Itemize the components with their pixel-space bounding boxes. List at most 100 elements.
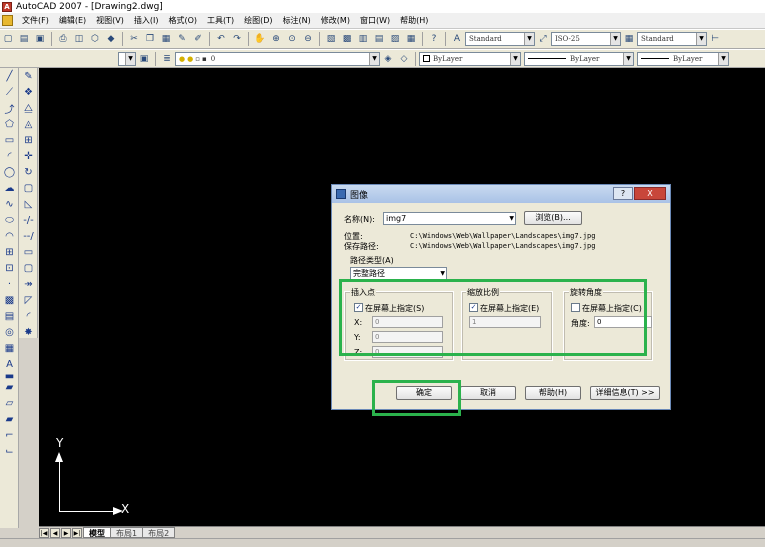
linetype-select[interactable]: ByLayer ▼ [524,51,634,66]
arc-icon[interactable]: ◜ [1,149,18,164]
fillet-icon[interactable]: ◜ [20,309,37,324]
open-icon[interactable]: ▤ [17,32,31,46]
block-editor-icon[interactable]: ✐ [191,32,205,46]
insert-block-icon[interactable]: ⊞ [1,245,18,260]
revision-cloud-icon[interactable]: ☁ [1,181,18,196]
workspace-settings-icon[interactable]: ▣ [137,52,151,66]
join-icon[interactable]: ↠ [20,277,37,292]
table-style-select[interactable]: Standard ▼ [637,32,707,46]
zoom-realtime-icon[interactable]: ⊕ [269,32,283,46]
dialog-title-bar[interactable]: 图像 ? X [332,185,670,203]
first-tab-icon[interactable]: |◀ [39,527,49,538]
menu-view[interactable]: 视图(V) [91,15,129,26]
break-at-point-icon[interactable]: ▭ [20,245,37,260]
scale-input[interactable]: 1 [469,316,541,328]
menu-file[interactable]: 文件(F) [17,15,54,26]
text-style-icon[interactable]: A [450,32,464,46]
insertion-z-input[interactable]: 0 [372,346,443,358]
dim-style-icon[interactable]: ⤢ [536,32,550,46]
break-icon[interactable]: ▢ [20,261,37,276]
menu-draw[interactable]: 绘图(D) [239,15,277,26]
stretch-icon[interactable]: ◺ [20,197,37,212]
menu-tools[interactable]: 工具(T) [202,15,239,26]
layer-tool-icon[interactable]: ▰ [1,380,18,395]
copy-object-icon[interactable]: ❖ [20,85,37,100]
3d-dwf-icon[interactable]: ◆ [104,32,118,46]
cancel-button[interactable]: 取消 [460,386,516,400]
name-select[interactable]: img7 ▼ [383,212,516,225]
menu-help[interactable]: 帮助(H) [395,15,433,26]
sheet-set-icon[interactable]: ▤ [372,32,386,46]
hatch-icon[interactable]: ▩ [1,293,18,308]
menu-format[interactable]: 格式(O) [163,15,202,26]
markup-icon[interactable]: ▨ [388,32,402,46]
layer-tool-2-icon[interactable]: ▱ [1,396,18,411]
help-button[interactable]: 帮助(H) [525,386,581,400]
layer-select[interactable]: ● ● ▫ ▪ 0 ▼ [175,51,380,66]
hook-icon[interactable]: ⌐ [1,428,18,443]
polygon-icon[interactable]: ⬠ [1,117,18,132]
calculator-icon[interactable]: ▦ [404,32,418,46]
save-icon[interactable]: ▣ [33,32,47,46]
scale-specify-checkbox[interactable]: ✓ [469,303,478,312]
array-icon[interactable]: ⊞ [20,133,37,148]
publish-icon[interactable]: ⬡ [88,32,102,46]
table-icon[interactable]: ▦ [1,341,18,356]
next-tab-icon[interactable]: ▶ [61,527,71,538]
paste-icon[interactable]: ▦ [159,32,173,46]
preview-icon[interactable]: ◫ [72,32,86,46]
properties-icon[interactable]: ▧ [324,32,338,46]
ok-button[interactable]: 确定 [396,386,452,400]
tool-palettes-icon[interactable]: ▥ [356,32,370,46]
rotation-specify-checkbox[interactable]: ✓ [571,303,580,312]
help-icon[interactable]: ? [427,32,441,46]
tab-model[interactable]: 模型 [83,527,111,538]
menu-insert[interactable]: 插入(I) [129,15,164,26]
multileader-icon[interactable]: ⊢ [708,32,722,46]
zoom-previous-icon[interactable]: ⊖ [301,32,315,46]
extend-icon[interactable]: --/ [20,229,37,244]
close-icon[interactable]: X [634,187,666,200]
make-current-layer-icon[interactable]: ◈ [381,52,395,66]
details-button[interactable]: 详细信息(T) >> [590,386,660,400]
rectangle-icon[interactable]: ▭ [1,133,18,148]
rotation-angle-input[interactable]: 0 [594,316,652,328]
match-properties-icon[interactable]: ✎ [175,32,189,46]
region-icon[interactable]: ◎ [1,325,18,340]
trim-icon[interactable]: -/- [20,213,37,228]
zoom-window-icon[interactable]: ⊙ [285,32,299,46]
menu-window[interactable]: 窗口(W) [355,15,395,26]
previous-tab-icon[interactable]: ◀ [50,527,60,538]
tab-layout2[interactable]: 布局2 [142,527,176,538]
browse-button[interactable]: 浏览(B)... [524,211,582,225]
table-style-icon[interactable]: ▦ [622,32,636,46]
line-icon[interactable]: ╱ [1,69,18,84]
move-icon[interactable]: ✛ [20,149,37,164]
text-style-select[interactable]: Standard ▼ [465,32,535,46]
color-select[interactable]: ByLayer ▼ [419,51,521,66]
cut-icon[interactable]: ✂ [127,32,141,46]
undo-icon[interactable]: ↶ [214,32,228,46]
scale-icon[interactable]: ▢ [20,181,37,196]
pan-icon[interactable]: ✋ [253,32,267,46]
new-icon[interactable]: ▢ [1,32,15,46]
lineweight-select[interactable]: ByLayer ▼ [637,51,729,66]
workspace-select[interactable]: ▼ [118,51,136,66]
construction-line-icon[interactable]: ⟋ [1,85,18,100]
ellipse-icon[interactable]: ⬭ [1,213,18,228]
point-icon[interactable]: · [1,277,18,292]
spline-icon[interactable]: ∿ [1,197,18,212]
erase-icon[interactable]: ✎ [20,69,37,84]
tab-layout1[interactable]: 布局1 [110,527,144,538]
make-block-icon[interactable]: ⊡ [1,261,18,276]
plot-icon[interactable]: ⎙ [56,32,70,46]
explode-icon[interactable]: ✸ [20,325,37,340]
ellipse-arc-icon[interactable]: ◠ [1,229,18,244]
insertion-y-input[interactable]: 0 [372,331,443,343]
design-center-icon[interactable]: ▩ [340,32,354,46]
layer-tool-4-icon[interactable]: ⌙ [1,444,18,459]
dialog-help-button[interactable]: ? [613,187,633,200]
circle-icon[interactable]: ◯ [1,165,18,180]
layer-tool-3-icon[interactable]: ▰ [1,412,18,427]
rotate-icon[interactable]: ↻ [20,165,37,180]
